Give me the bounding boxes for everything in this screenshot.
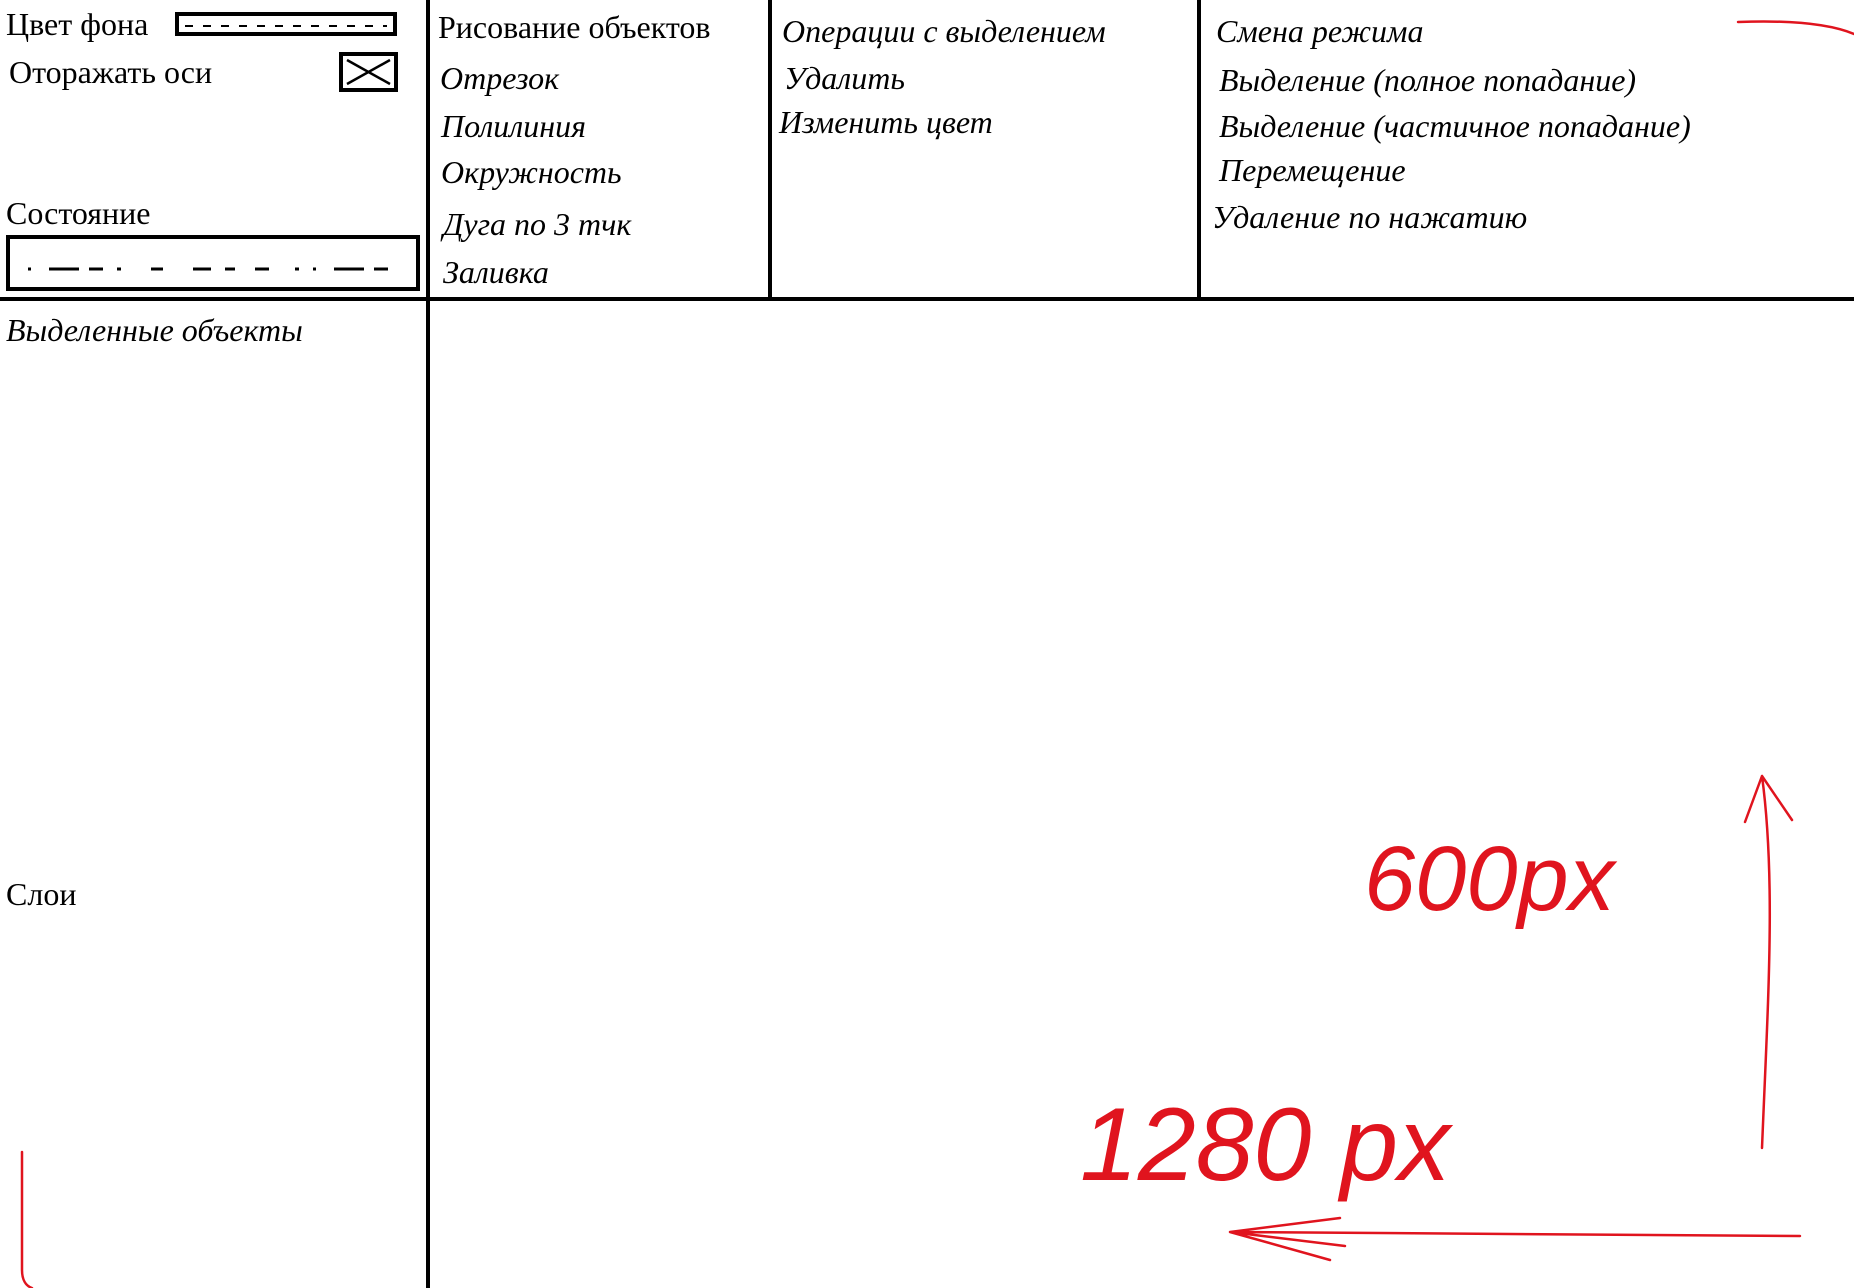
drawing-canvas[interactable] [430,301,1854,1288]
tool-polyline[interactable]: Полилиния [441,110,586,142]
layers-label: Слои [6,876,77,912]
draw-header: Рисование объектов [438,9,711,45]
show-axes-label: Оторажать оси [9,54,213,90]
tool-circle[interactable]: Окружность [441,156,622,188]
status-field [6,235,420,291]
status-label: Состояние [6,195,151,231]
tool-segment[interactable]: Отрезок [440,62,559,94]
draw-ops-divider [768,0,772,297]
bg-color-field[interactable] [175,12,397,36]
bg-color-label: Цвет фона [6,6,149,42]
mode-move[interactable]: Перемещение [1219,154,1406,186]
mode-delete-click[interactable]: Удаление по нажатию [1212,201,1527,233]
show-axes-checkbox[interactable] [339,52,398,92]
selection-ops-header: Операции с выделением [782,13,1106,49]
change-color-button[interactable]: Изменить цвет [779,106,993,138]
selected-objects-label: Выделенные объекты [6,312,303,348]
ops-mode-divider [1197,0,1201,297]
mode-header: Смена режима [1216,13,1424,49]
mode-select-full[interactable]: Выделение (полное попадание) [1219,64,1636,96]
delete-button[interactable]: Удалить [784,62,905,94]
mode-select-partial[interactable]: Выделение (частичное попадание) [1219,110,1691,142]
tool-fill[interactable]: Заливка [443,256,549,288]
tool-arc-3pt[interactable]: Дуга по 3 тчк [443,208,631,240]
